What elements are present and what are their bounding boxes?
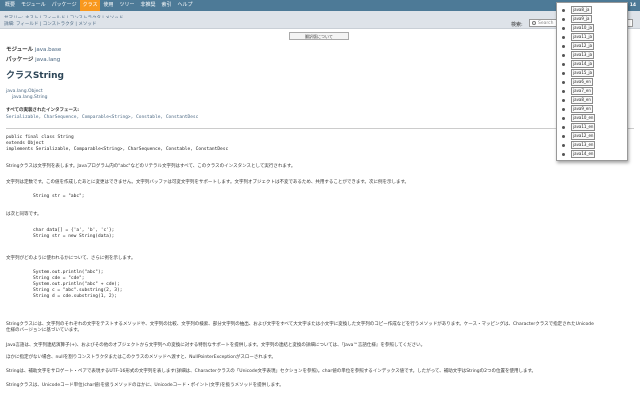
description-paragraph: ほかに指定がない場合、nullを割りコンストラクタまたはこのクラスのメソッドへ渡… bbox=[6, 355, 276, 360]
bullet-icon bbox=[562, 143, 565, 147]
description-paragraph: は次と同等です。 bbox=[6, 212, 42, 217]
description-paragraph: 文字列は定数です。この値を作成したあとに変更はできません。文字列バッファは可変文… bbox=[6, 180, 410, 185]
nav-class[interactable]: クラス bbox=[79, 0, 101, 11]
bullet-icon bbox=[562, 35, 565, 39]
version-option[interactable]: java12_ja bbox=[562, 42, 622, 50]
version-option-label: java13_ja bbox=[571, 51, 595, 59]
description-paragraph: Stringは、補助文字をサロゲート・ペアで表現するUTF-16形式の文字列を表… bbox=[6, 369, 537, 374]
search-icon bbox=[532, 21, 536, 25]
version-option-label: java6_en bbox=[571, 78, 593, 86]
version-dropdown-menu: java8_ja java9_ja java10_ja java11_ja ja… bbox=[556, 2, 628, 161]
inheritance-string: java.lang.String bbox=[12, 95, 48, 100]
class-declaration: public final class String extends Object i… bbox=[6, 135, 228, 153]
version-option[interactable]: java11_ja bbox=[562, 33, 622, 41]
code-example: String str = "abc"; bbox=[33, 194, 85, 199]
bullet-icon bbox=[562, 107, 565, 111]
nav-overview[interactable]: 概要 bbox=[2, 0, 18, 11]
module-line: モジュール java.base bbox=[6, 45, 61, 53]
version-option[interactable]: java14_en bbox=[562, 150, 622, 158]
version-option[interactable]: java8_ja bbox=[562, 6, 622, 14]
package-line: パッケージ java.lang bbox=[6, 55, 60, 63]
bullet-icon bbox=[562, 80, 565, 84]
divider bbox=[6, 128, 634, 129]
version-option-label: java13_en bbox=[571, 141, 596, 149]
bullet-icon bbox=[562, 8, 565, 12]
version-option-label: java8_ja bbox=[571, 6, 592, 14]
module-label: モジュール bbox=[6, 47, 34, 53]
bullet-icon bbox=[562, 17, 565, 21]
implemented-interfaces-list[interactable]: Serializable, CharSequence, Comparable<S… bbox=[6, 115, 198, 120]
description-paragraph: 仕様のバージョンに基づいています。 bbox=[6, 328, 82, 333]
implemented-interfaces-heading: すべての実装されたインタフェース: bbox=[6, 108, 80, 113]
description-paragraph: Stringクラスには、文字列のそれぞれの文字をテストするメソッドや、文字列の比… bbox=[6, 322, 594, 327]
search-label: 検索: bbox=[511, 22, 523, 28]
bullet-icon bbox=[562, 89, 565, 93]
version-option-label: java7_en bbox=[571, 87, 593, 95]
version-option[interactable]: java12_en bbox=[562, 132, 622, 140]
declaration-line: implements Serializable, Comparable<Stri… bbox=[6, 147, 229, 152]
description-paragraph: Stringクラスは文字列を表します。Javaプログラム内の"abc"などのリテ… bbox=[6, 164, 296, 169]
nav-help[interactable]: ヘルプ bbox=[175, 0, 196, 11]
inheritance-tree: java.lang.Object java.lang.String bbox=[6, 89, 47, 101]
code-example: char data[] = {'a', 'b', 'c'}; String st… bbox=[33, 228, 115, 239]
version-option-label: java10_ja bbox=[571, 24, 595, 32]
description-paragraph: 文字列がどのように使われるかについて、さらに例を示します。 bbox=[6, 256, 136, 261]
bullet-icon bbox=[562, 44, 565, 48]
version-option[interactable]: java14_ja bbox=[562, 60, 622, 68]
version-option-label: java9_en bbox=[571, 105, 593, 113]
bullet-icon bbox=[562, 134, 565, 138]
version-option[interactable]: java13_en bbox=[562, 141, 622, 149]
version-option[interactable]: java9_ja bbox=[562, 15, 622, 23]
detail-links[interactable]: 詳細: フィールド | コンストラクタ | メソッド bbox=[4, 21, 96, 27]
top-navigation-bar: 概要 モジュール パッケージ クラス 使用 ツリー 非推奨 索引 ヘルプ Jav… bbox=[0, 0, 640, 11]
nav-module[interactable]: モジュール bbox=[18, 0, 49, 11]
version-option-label: java14_en bbox=[571, 150, 596, 158]
version-option[interactable]: java13_ja bbox=[562, 51, 622, 59]
version-option[interactable]: java8_en bbox=[562, 96, 622, 104]
bullet-icon bbox=[562, 71, 565, 75]
version-option[interactable]: java10_en bbox=[562, 114, 622, 122]
package-link[interactable]: java.lang bbox=[35, 57, 60, 63]
nav-index[interactable]: 索引 bbox=[159, 0, 175, 11]
nav-use[interactable]: 使用 bbox=[100, 0, 116, 11]
bullet-icon bbox=[562, 125, 565, 129]
version-option[interactable]: java11_en bbox=[562, 123, 622, 131]
version-option[interactable]: java9_en bbox=[562, 105, 622, 113]
bullet-icon bbox=[562, 152, 565, 156]
about-translation-button[interactable]: 翻訳版について bbox=[289, 32, 349, 40]
code-example: System.out.println("abc"); String cde = … bbox=[33, 270, 123, 299]
version-option-label: java10_en bbox=[571, 114, 596, 122]
description-paragraph: Stringクラスは、Unicodeコード単位(char値)を扱うメソッドのほか… bbox=[6, 383, 284, 388]
version-option-label: java14_ja bbox=[571, 60, 595, 68]
version-option-label: java12_ja bbox=[571, 42, 595, 50]
nav-tree[interactable]: ツリー bbox=[117, 0, 138, 11]
version-option-label: java12_en bbox=[571, 132, 596, 140]
page-title: クラスString bbox=[6, 71, 64, 81]
version-option-label: java15_ja bbox=[571, 69, 595, 77]
version-option-label: java11_ja bbox=[571, 33, 595, 41]
bullet-icon bbox=[562, 62, 565, 66]
version-option[interactable]: java6_en bbox=[562, 78, 622, 86]
version-option-label: java8_en bbox=[571, 96, 593, 104]
nav-package[interactable]: パッケージ bbox=[49, 0, 80, 11]
version-option-label: java9_ja bbox=[571, 15, 592, 23]
description-paragraph: Java言語は、文字列連結演算子(+)、およびその他のオブジェクトから文字列への… bbox=[6, 343, 426, 348]
bullet-icon bbox=[562, 53, 565, 57]
bullet-icon bbox=[562, 98, 565, 102]
nav-deprecated[interactable]: 非推奨 bbox=[138, 0, 159, 11]
version-option[interactable]: java7_en bbox=[562, 87, 622, 95]
version-option[interactable]: java15_ja bbox=[562, 69, 622, 77]
bullet-icon bbox=[562, 116, 565, 120]
bullet-icon bbox=[562, 26, 565, 30]
version-option[interactable]: java10_ja bbox=[562, 24, 622, 32]
version-option-label: java11_en bbox=[571, 123, 596, 131]
search-placeholder: Search bbox=[538, 21, 554, 26]
module-link[interactable]: java.base bbox=[35, 47, 61, 53]
package-label: パッケージ bbox=[6, 57, 34, 63]
